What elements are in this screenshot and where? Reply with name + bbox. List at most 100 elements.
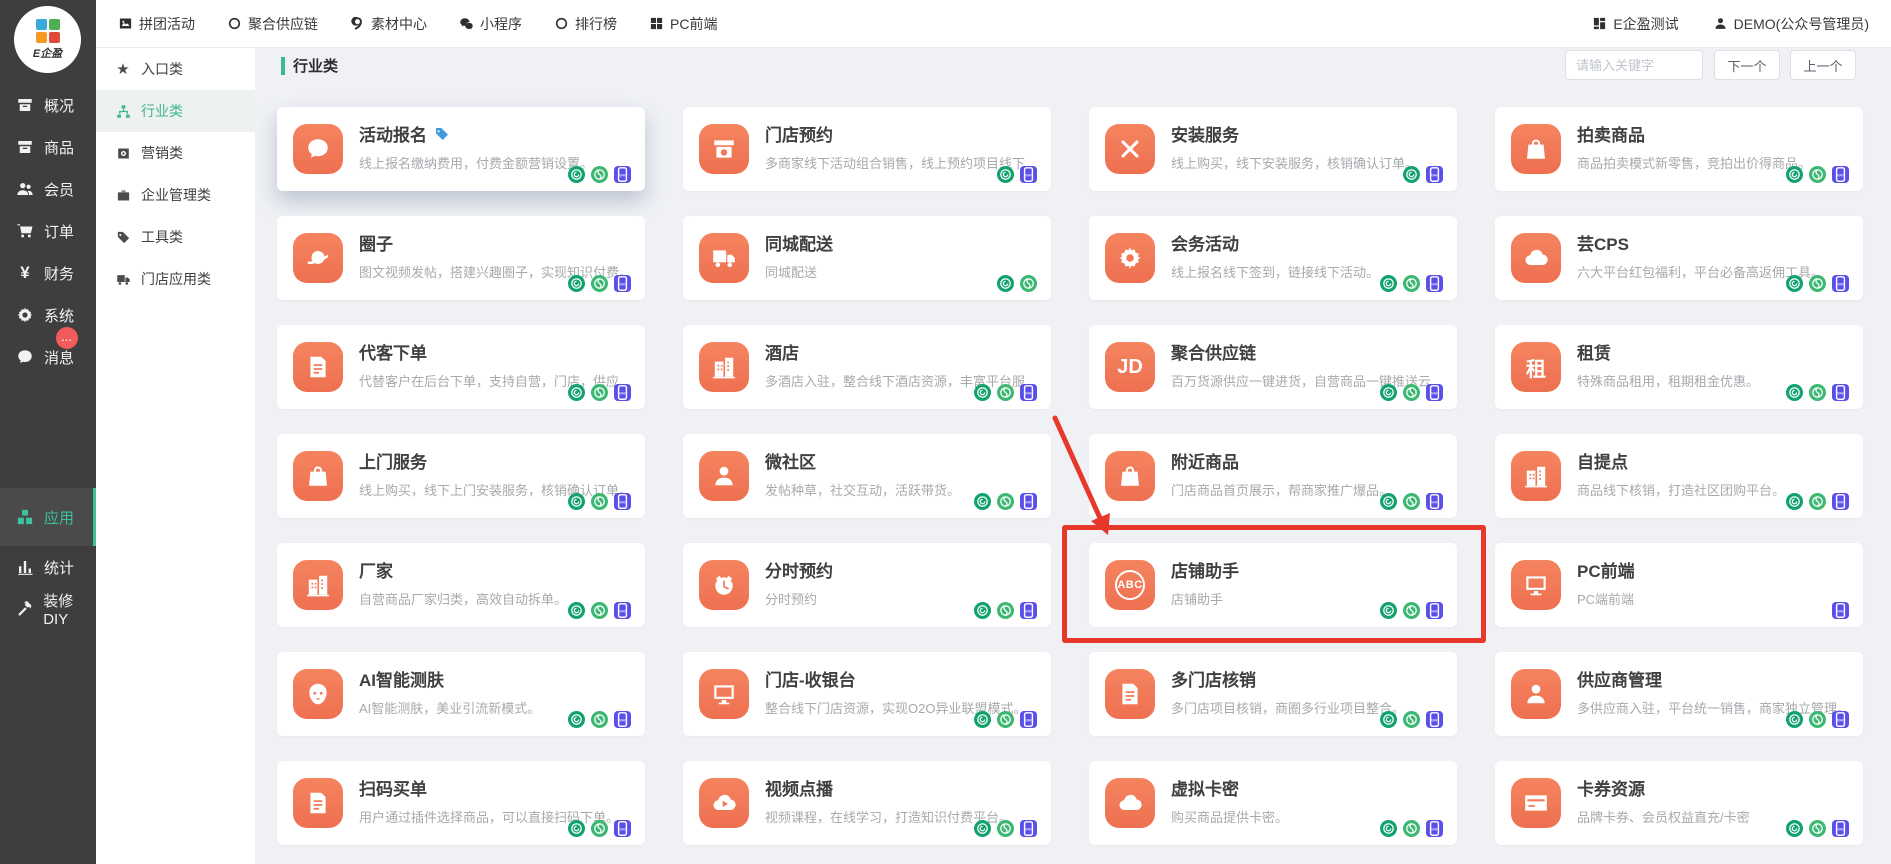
wap-badge: WAP — [614, 384, 631, 401]
app-card[interactable]: 视频点播 视频课程，在线学习，打造知识付费平台。 WAP — [683, 761, 1051, 845]
verify-doc-icon — [1105, 669, 1155, 719]
app-card[interactable]: 拍卖商品 商品拍卖模式新零售，竞拍出价得商品。 WAP — [1495, 107, 1863, 191]
face-icon — [293, 669, 343, 719]
grid-icon — [649, 16, 664, 31]
app-card[interactable]: ABC 店铺助手 店铺助手 WAP — [1089, 543, 1457, 627]
brand-logo-text: E企盈 — [33, 45, 62, 61]
app-card[interactable]: 厂家 自营商品厂家归类，高效自动拆单。 WAP — [277, 543, 645, 627]
wechat-official-badge — [1380, 275, 1397, 292]
app-card[interactable]: 供应商管理 多供应商入驻，平台统一销售，商家独立管理。 WAP — [1495, 652, 1863, 736]
app-card[interactable]: 自提点 商品线下核销，打造社区团购平台。 WAP — [1495, 434, 1863, 518]
app-card[interactable]: 芸CPS 六大平台红包福利，平台必备高返佣工具。 WAP — [1495, 216, 1863, 300]
app-card[interactable]: 酒店 多酒店入驻，整合线下酒店资源，丰富平台服... WAP — [683, 325, 1051, 409]
scan-doc-icon — [293, 778, 343, 828]
link-badge — [591, 711, 608, 728]
topnav-item[interactable]: 小程序 — [459, 14, 522, 34]
svg-text:WAP: WAP — [1836, 608, 1845, 613]
wechat-official-badge — [1380, 711, 1397, 728]
app-card[interactable]: 附近商品 门店商品首页展示，帮商家推广爆品。 WAP — [1089, 434, 1457, 518]
app-card[interactable]: PC前端 PC端前端 WAP — [1495, 543, 1863, 627]
app-card[interactable]: 上门服务 线上购买，线下上门安装服务，核销确认订单。 WAP — [277, 434, 645, 518]
app-card-title: 卡券资源 — [1577, 775, 1645, 800]
monitor-icon — [1511, 560, 1561, 610]
topnav-account-item[interactable]: DEMO(公众号管理员) — [1713, 14, 1869, 34]
category-sidebar-item[interactable]: 工具类 — [96, 216, 255, 258]
topnav-item[interactable]: 聚合供应链 — [227, 14, 318, 34]
app-card[interactable]: 同城配送 同城配送 — [683, 216, 1051, 300]
sidebar-item[interactable]: 应用 — [0, 488, 96, 546]
sidebar-item[interactable]: 概况 — [0, 84, 96, 126]
topnav-account-label: DEMO(公众号管理员) — [1734, 14, 1869, 34]
sidebar-item[interactable]: 装修DIY — [0, 588, 96, 630]
category-sidebar-item[interactable]: 营销类 — [96, 132, 255, 174]
svg-text:WAP: WAP — [1836, 390, 1845, 395]
next-button[interactable]: 下一个 — [1714, 50, 1780, 80]
app-card[interactable]: 卡券资源 品牌卡券、会员权益直充/卡密 WAP — [1495, 761, 1863, 845]
app-card[interactable]: 会务活动 线上报名线下签到，链接线下活动。 WAP — [1089, 216, 1457, 300]
overview-box-icon — [15, 96, 35, 114]
topnav-item[interactable]: 排行榜 — [554, 14, 617, 34]
wap-badge: WAP — [1426, 602, 1443, 619]
prev-button[interactable]: 上一个 — [1790, 50, 1856, 80]
wechat-official-badge — [1403, 166, 1420, 183]
community-person-icon — [699, 451, 749, 501]
app-card-title-row: 视频点播 — [765, 775, 1037, 800]
link-badge — [997, 384, 1014, 401]
topnav-item-label: 聚合供应链 — [248, 14, 318, 34]
wechat-official-badge — [568, 602, 585, 619]
ring-icon — [554, 16, 569, 31]
platform-badges: WAP — [1832, 602, 1849, 619]
app-card-title-row: 聚合供应链 — [1171, 339, 1443, 364]
app-card[interactable]: 活动报名 线上报名缴纳费用，付费金额营销设置。 WAP — [277, 107, 645, 191]
app-card[interactable]: 分时预约 分时预约 WAP — [683, 543, 1051, 627]
app-card-title: 圈子 — [359, 230, 393, 255]
app-card-title: 厂家 — [359, 557, 393, 582]
app-card-title-row: 会务活动 — [1171, 230, 1443, 255]
app-card[interactable]: 门店预约 多商家线下活动组合销售，线上预约项目线下... WAP — [683, 107, 1051, 191]
app-card-title: 租赁 — [1577, 339, 1611, 364]
app-card[interactable]: 代客下单 代替客户在后台下单，支持自营，门店，供应... WAP — [277, 325, 645, 409]
topnav-item-label: PC前端 — [670, 14, 717, 34]
topnav-item[interactable]: 拼团活动 — [118, 14, 195, 34]
app-card[interactable]: AI智能测肤 AI智能测肤，美业引流新模式。 WAP — [277, 652, 645, 736]
app-card[interactable]: 虚拟卡密 购买商品提供卡密。 WAP — [1089, 761, 1457, 845]
sidebar-item[interactable]: 商品 — [0, 126, 96, 168]
sidebar-item[interactable]: 系统 — [0, 294, 96, 336]
sidebar-item[interactable]: 会员 — [0, 168, 96, 210]
link-badge — [997, 711, 1014, 728]
link-badge — [591, 820, 608, 837]
sidebar-item-label: 商品 — [44, 137, 74, 158]
wap-badge: WAP — [1020, 166, 1037, 183]
app-card-title-row: 厂家 — [359, 557, 631, 582]
sidebar-item[interactable]: ¥ 财务 — [0, 252, 96, 294]
app-card[interactable]: JD 聚合供应链 百万货源供应一键进货，自营商品一键推送云... WAP — [1089, 325, 1457, 409]
sidebar-item[interactable]: 统计 — [0, 546, 96, 588]
category-sidebar-item[interactable]: 门店应用类 — [96, 258, 255, 300]
app-card[interactable]: 安装服务 线上购买，线下安装服务，核销确认订单。 WAP — [1089, 107, 1457, 191]
keyword-search-input[interactable] — [1565, 50, 1703, 80]
sidebar-item-label: 应用 — [44, 507, 74, 528]
app-card[interactable]: 门店-收银台 整合线下门店资源，实现O2O异业联盟模式。 WAP — [683, 652, 1051, 736]
sidebar-item[interactable]: 消息 ... — [0, 336, 96, 378]
app-card[interactable]: 多门店核销 多门店项目核销，商圈多行业项目整合。 WAP — [1089, 652, 1457, 736]
topnav-account-item[interactable]: E企盈测试 — [1592, 14, 1678, 34]
app-card[interactable]: 圈子 图文视频发帖，搭建兴趣圈子，实现知识付费。 WAP — [277, 216, 645, 300]
category-sidebar-item[interactable]: 企业管理类 — [96, 174, 255, 216]
category-sidebar-item[interactable]: 行业类 — [96, 90, 255, 132]
svg-text:WAP: WAP — [1024, 172, 1033, 177]
app-card[interactable]: 扫码买单 用户通过插件选择商品，可以直接扫码下单。 WAP — [277, 761, 645, 845]
link-badge — [591, 166, 608, 183]
app-card-title: 聚合供应链 — [1171, 339, 1256, 364]
svg-text:WAP: WAP — [618, 390, 627, 395]
category-sidebar-item[interactable]: ★ 入口类 — [96, 48, 255, 90]
topnav-item[interactable]: 素材中心 — [350, 14, 427, 34]
app-card[interactable]: 租 租赁 特殊商品租用，租期租金优惠。 WAP — [1495, 325, 1863, 409]
app-card-title: 安装服务 — [1171, 121, 1239, 146]
sidebar-item[interactable]: 订单 — [0, 210, 96, 252]
app-card-title: 店铺助手 — [1171, 557, 1239, 582]
app-card[interactable]: 微社区 发帖种草，社交互动，活跃带货。 WAP — [683, 434, 1051, 518]
topnav-account-label: E企盈测试 — [1613, 14, 1678, 34]
app-window: 拼团活动 聚合供应链 素材中心 小程序 排行榜 PC前端 E企盈测试 — [0, 0, 1891, 864]
topnav-item[interactable]: PC前端 — [649, 14, 717, 34]
wechat-official-badge — [1786, 275, 1803, 292]
